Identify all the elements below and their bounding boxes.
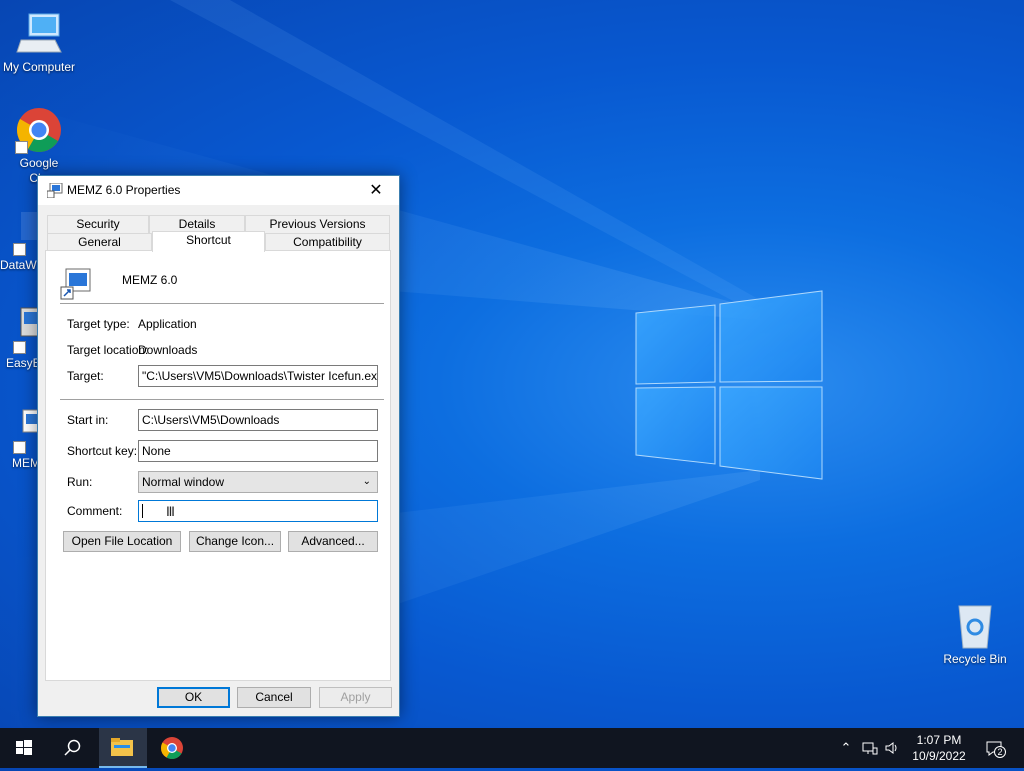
desktop-icon-label: My Computer: [2, 60, 76, 74]
run-select-value: Normal window: [142, 475, 225, 489]
desktop-icon-label: Google: [19, 156, 59, 170]
shortcut-key-field[interactable]: None: [138, 440, 378, 462]
target-location-value: Downloads: [138, 343, 198, 357]
desktop-icon-recycle-bin[interactable]: Recycle Bin: [936, 602, 1014, 667]
ok-button[interactable]: OK: [157, 687, 230, 708]
text-cursor: [142, 504, 143, 518]
app-shortcut-icon: [60, 268, 92, 300]
shortcut-arrow-icon: [15, 141, 28, 154]
desktop-icon-google-chrome[interactable]: Google Chr: [0, 106, 78, 186]
tab-security[interactable]: Security: [47, 215, 149, 233]
volume-icon[interactable]: [884, 740, 900, 756]
computer-icon: [15, 10, 63, 58]
clock-date: 10/9/2022: [912, 749, 966, 763]
clock[interactable]: 1:07 PM 10/9/2022: [906, 732, 972, 764]
target-type-label: Target type:: [67, 317, 130, 331]
dialog-title: MEMZ 6.0 Properties: [67, 183, 181, 197]
comment-label: Comment:: [67, 504, 123, 518]
folder-icon: [111, 738, 133, 756]
windows-start-icon: [16, 740, 32, 755]
notification-center-button[interactable]: 2: [985, 740, 1006, 758]
shortcut-arrow-icon: [13, 341, 26, 354]
start-in-label: Start in:: [67, 413, 109, 427]
open-file-location-button[interactable]: Open File Location: [63, 531, 181, 552]
shortcut-tab-panel: MEMZ 6.0 Target type: Application Target…: [45, 250, 391, 681]
target-field[interactable]: "C:\Users\VM5\Downloads\Twister Icefun.e…: [138, 365, 378, 387]
apply-button[interactable]: Apply: [319, 687, 392, 708]
chrome-taskbar-button[interactable]: [148, 728, 196, 768]
divider: [60, 303, 384, 304]
advanced-button[interactable]: Advanced...: [288, 531, 378, 552]
chevron-up-icon[interactable]: ⌃: [838, 740, 854, 756]
cancel-button[interactable]: Cancel: [237, 687, 311, 708]
ibeam-cursor-icon: Ⅲ: [166, 504, 175, 519]
clock-time: 1:07 PM: [916, 733, 962, 747]
divider: [60, 399, 384, 400]
comment-field[interactable]: Ⅲ: [138, 500, 378, 522]
search-button[interactable]: [48, 728, 96, 768]
run-select[interactable]: Normal window ⌄: [138, 471, 378, 493]
network-icon[interactable]: [862, 740, 878, 756]
properties-dialog: MEMZ 6.0 Properties ✕ Security Details P…: [37, 175, 400, 717]
close-icon: ✕: [369, 182, 383, 199]
desktop-icon-label: Recycle Bin: [943, 652, 1007, 666]
shortcut-properties-icon: [46, 182, 63, 199]
desktop: My Computer Google Chr DataW E: [0, 0, 1024, 728]
start-button[interactable]: [0, 728, 48, 768]
app-name: MEMZ 6.0: [122, 273, 178, 287]
target-type-value: Application: [138, 317, 197, 331]
chrome-icon: [15, 106, 63, 154]
tab-shortcut[interactable]: Shortcut: [152, 231, 265, 252]
notification-badge: 2: [994, 746, 1006, 758]
dialog-titlebar[interactable]: MEMZ 6.0 Properties ✕: [38, 176, 399, 205]
shortcut-arrow-icon: [13, 243, 26, 256]
desktop-icon-my-computer[interactable]: My Computer: [0, 10, 78, 75]
tab-previous-versions[interactable]: Previous Versions: [245, 215, 390, 233]
shortcut-key-label: Shortcut key:: [67, 444, 138, 458]
run-label: Run:: [67, 475, 93, 489]
change-icon-button[interactable]: Change Icon...: [189, 531, 281, 552]
windows-logo: [635, 290, 823, 480]
recycle-bin-icon: [951, 602, 999, 650]
tab-compatibility[interactable]: Compatibility: [265, 233, 390, 251]
start-in-field[interactable]: C:\Users\VM5\Downloads: [138, 409, 378, 431]
target-location-label: Target location:: [67, 343, 149, 357]
shortcut-arrow-icon: [13, 441, 26, 454]
search-icon: [64, 739, 81, 756]
close-button[interactable]: ✕: [353, 176, 399, 205]
file-explorer-button[interactable]: [99, 728, 147, 768]
tab-general[interactable]: General: [47, 233, 152, 251]
taskbar: ⌃ 1:07 PM 10/9/2022 2: [0, 728, 1024, 768]
target-label: Target:: [67, 369, 104, 383]
chevron-down-icon: ⌄: [362, 476, 371, 487]
chrome-icon: [161, 737, 183, 759]
